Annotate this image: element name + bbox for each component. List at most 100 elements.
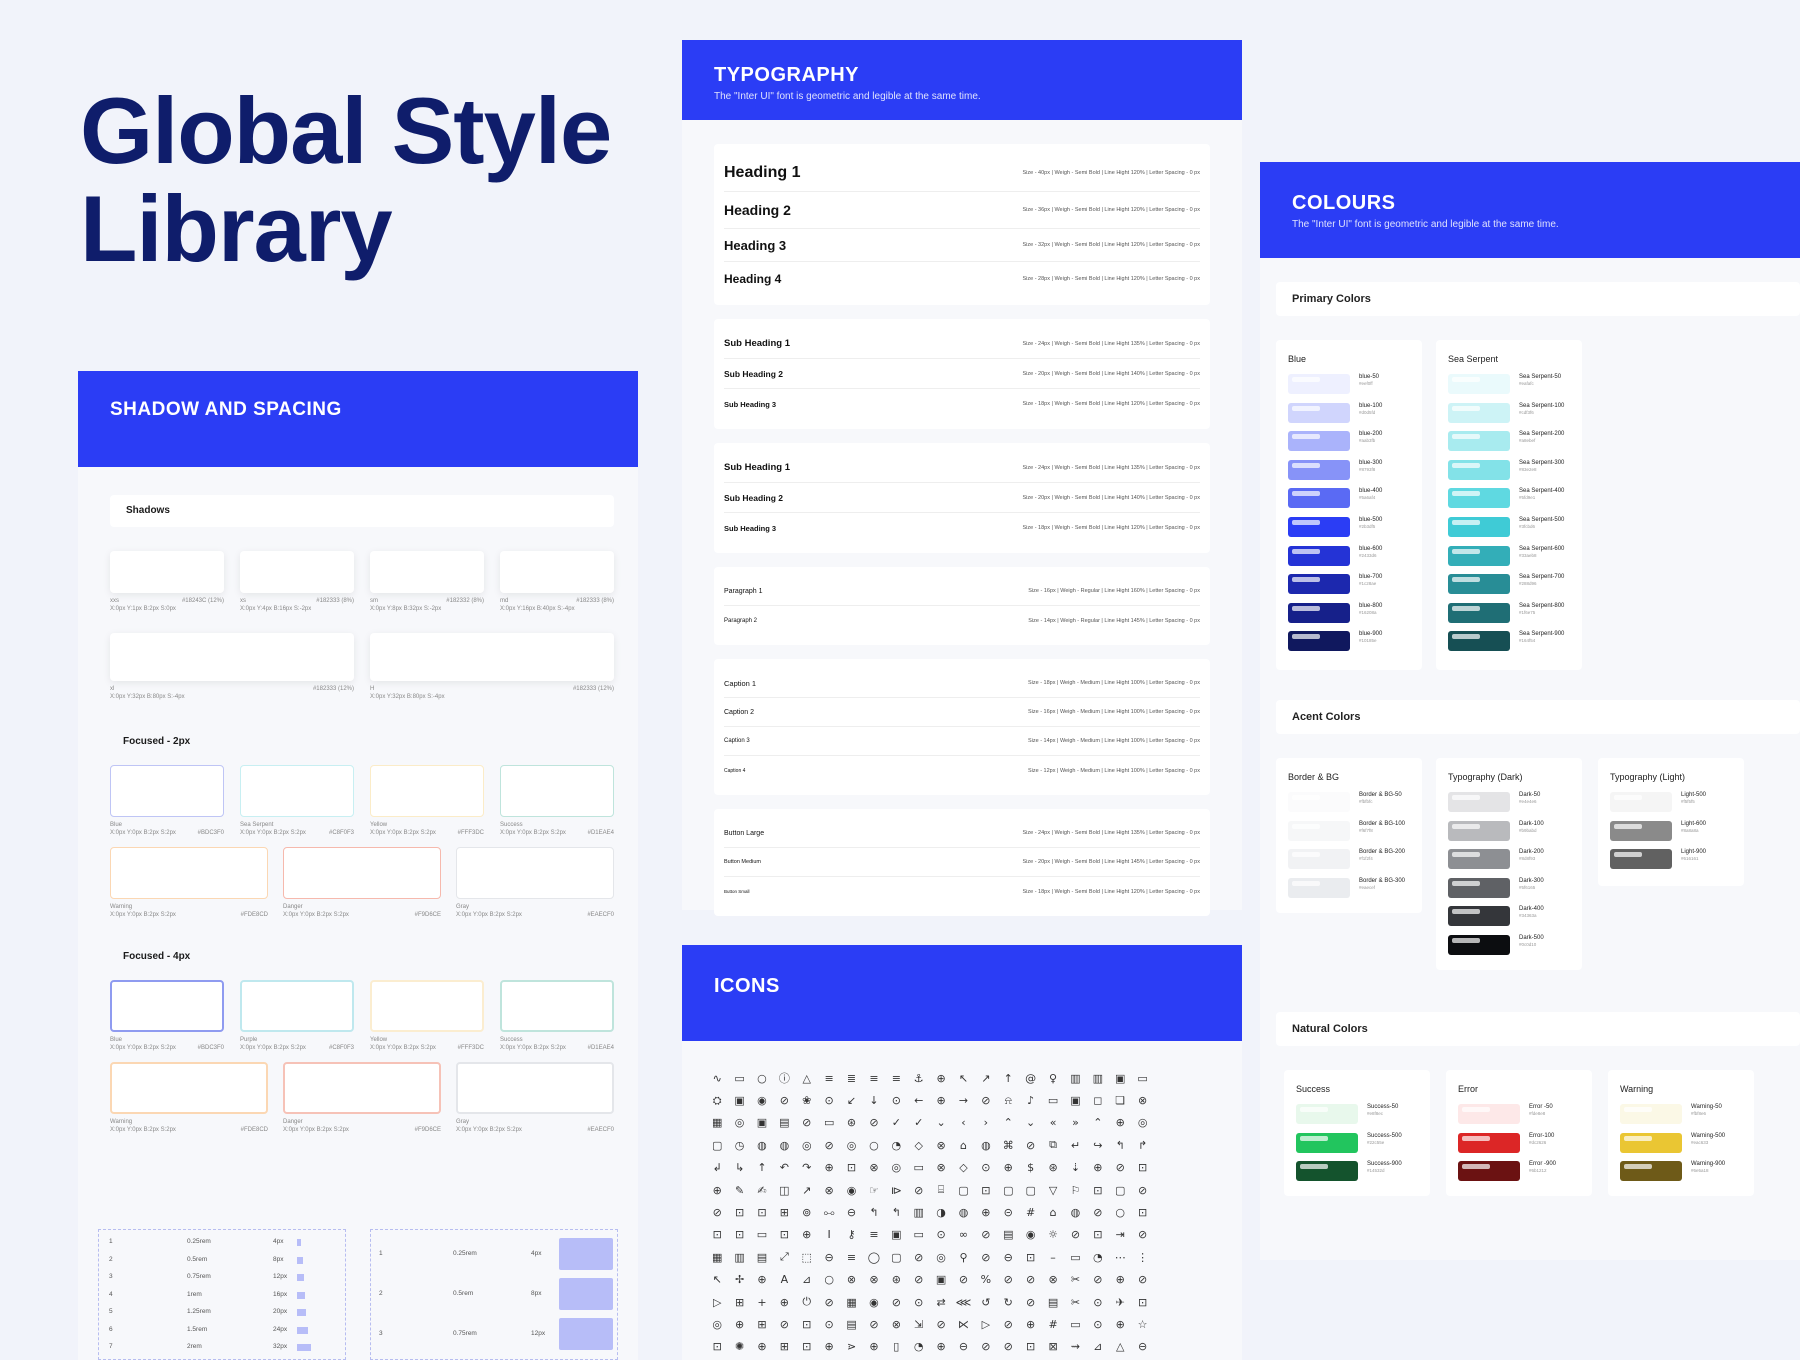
icon[interactable]: ◔ [885,1134,907,1156]
icon[interactable]: ▷ [706,1291,728,1313]
icon[interactable]: ◎ [885,1157,907,1179]
icon[interactable]: ≡ [863,1224,885,1246]
icon[interactable]: ◍ [773,1134,795,1156]
icon[interactable]: ☼ [1042,1224,1064,1246]
icon[interactable]: ⊝ [997,1201,1019,1223]
icon[interactable]: ◉ [751,1089,773,1111]
icon[interactable]: ⌂ [952,1134,974,1156]
icon[interactable]: ⊡ [975,1179,997,1201]
icon[interactable]: ⋮ [1131,1246,1153,1268]
icon[interactable]: ⇲ [908,1313,930,1335]
icon[interactable]: ▥ [728,1246,750,1268]
icon[interactable]: ↵ [1064,1134,1086,1156]
icon[interactable]: ⊕ [1109,1112,1131,1134]
icon[interactable]: ⊡ [1131,1291,1153,1313]
icon[interactable]: ⊘ [773,1313,795,1335]
icon[interactable]: ▯ [885,1336,907,1358]
icon[interactable]: ⊕ [1019,1313,1041,1335]
icon[interactable]: ⊕ [728,1313,750,1335]
icon[interactable]: ⊠ [1042,1336,1064,1358]
icon[interactable]: ⊡ [1131,1157,1153,1179]
icon[interactable]: ✂ [1064,1269,1086,1291]
icon[interactable]: ⊕ [706,1179,728,1201]
icon[interactable]: ∿ [706,1067,728,1089]
icon[interactable]: ▭ [818,1112,840,1134]
icon[interactable]: ∞ [952,1224,974,1246]
icon[interactable]: ▤ [840,1313,862,1335]
icon[interactable]: # [1042,1313,1064,1335]
icon[interactable]: ⌘ [997,1134,1019,1156]
icon[interactable]: ⊡ [1019,1246,1041,1268]
icon[interactable]: ⊡ [1087,1224,1109,1246]
icon[interactable]: ⊘ [952,1269,974,1291]
icon[interactable]: ⊘ [1087,1269,1109,1291]
icon[interactable]: ▷ [975,1313,997,1335]
icon[interactable]: ◉ [840,1179,862,1201]
icon[interactable]: ↖ [952,1067,974,1089]
icon[interactable]: ⊕ [863,1336,885,1358]
icon[interactable]: ↑ [997,1067,1019,1089]
icon[interactable]: ⌃ [997,1112,1019,1134]
icon[interactable]: ⊙ [908,1291,930,1313]
icon[interactable]: ⊿ [796,1269,818,1291]
icon[interactable]: △ [796,1067,818,1089]
icon[interactable]: ⋗ [840,1336,862,1358]
icon[interactable]: ⌂ [1042,1201,1064,1223]
icon[interactable]: ⊘ [706,1201,728,1223]
icon[interactable]: ⊞ [773,1336,795,1358]
icon[interactable]: $ [1019,1157,1041,1179]
icon[interactable]: ⊙ [885,1089,907,1111]
icon[interactable]: ⍾ [997,1089,1019,1111]
icon[interactable]: ⊘ [1019,1291,1041,1313]
icon[interactable]: ≡ [840,1246,862,1268]
icon[interactable]: ◎ [728,1112,750,1134]
icon[interactable]: ⬚ [796,1246,818,1268]
icon[interactable]: ⊘ [818,1134,840,1156]
icon[interactable]: ◯ [863,1246,885,1268]
icon[interactable]: ▭ [1064,1313,1086,1335]
icon[interactable]: ▢ [1109,1179,1131,1201]
icon[interactable]: ▢ [706,1134,728,1156]
icon[interactable]: ⊘ [1131,1269,1153,1291]
icon[interactable]: ❀ [796,1089,818,1111]
icon[interactable]: ○ [818,1269,840,1291]
icon[interactable]: ⊞ [773,1201,795,1223]
icon[interactable]: ◎ [796,1134,818,1156]
icon[interactable]: ✂ [1064,1291,1086,1313]
icon[interactable]: ⊕ [997,1157,1019,1179]
icon[interactable]: ⊘ [1109,1157,1131,1179]
icon[interactable]: ⊗ [1042,1269,1064,1291]
icon[interactable]: ◻ [1087,1089,1109,1111]
icon[interactable]: ⊘ [773,1089,795,1111]
icon[interactable]: ⊘ [975,1246,997,1268]
icon[interactable]: ▦ [840,1291,862,1313]
icon[interactable]: ◎ [840,1134,862,1156]
icon[interactable]: ○ [863,1134,885,1156]
icon[interactable]: ▭ [751,1224,773,1246]
icon[interactable]: → [952,1089,974,1111]
icon[interactable]: ⚐ [1064,1179,1086,1201]
icon[interactable]: ◍ [751,1134,773,1156]
icon[interactable]: ⚲ [952,1246,974,1268]
icon[interactable]: ▦ [706,1246,728,1268]
icon[interactable]: ☆ [1131,1313,1153,1335]
icon[interactable]: ▭ [1064,1246,1086,1268]
icon[interactable]: ◫ [773,1179,795,1201]
icon[interactable]: ⊖ [952,1336,974,1358]
icon[interactable]: ⊛ [1042,1157,1064,1179]
icon[interactable]: ↱ [1131,1134,1153,1156]
icon[interactable]: ⓘ [773,1067,795,1089]
icon[interactable]: ⊘ [908,1179,930,1201]
icon[interactable]: ⤢ [773,1246,795,1268]
icon[interactable]: ⇥ [1109,1224,1131,1246]
icon[interactable]: ◍ [952,1201,974,1223]
icon[interactable]: ⊡ [1131,1201,1153,1223]
icon[interactable]: ◎ [706,1313,728,1335]
icon[interactable]: ✍ [751,1179,773,1201]
icon[interactable]: ▢ [952,1179,974,1201]
icon[interactable]: ▦ [706,1112,728,1134]
icon[interactable]: ⊕ [818,1336,840,1358]
icon[interactable]: « [1042,1112,1064,1134]
icon[interactable]: ⊕ [818,1157,840,1179]
icon[interactable]: ↪ [1087,1134,1109,1156]
